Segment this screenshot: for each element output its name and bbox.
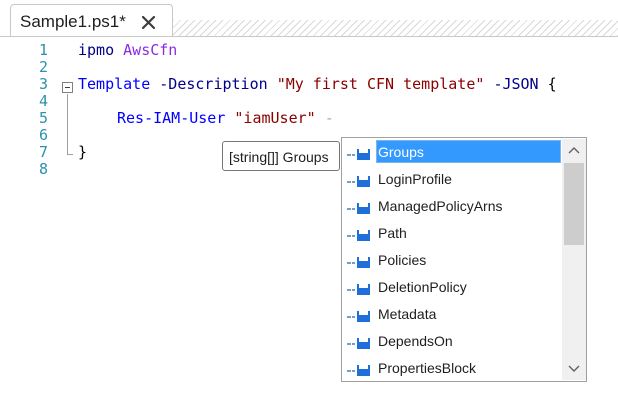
chevron-down-icon	[568, 365, 580, 372]
property-icon	[347, 309, 373, 323]
completion-item[interactable]: DependsOn	[344, 328, 562, 354]
completion-item-label: Policies	[378, 252, 427, 268]
parameter: -JSON	[493, 75, 539, 93]
tab-sample1[interactable]: Sample1.ps1*	[10, 4, 173, 37]
tab-title: Sample1.ps1*	[20, 12, 126, 31]
command: Res-IAM-User	[117, 109, 226, 127]
property-icon	[347, 201, 373, 215]
property-icon	[347, 147, 373, 161]
property-icon	[347, 336, 373, 350]
chevron-up-icon	[568, 147, 580, 154]
scroll-down-button[interactable]	[562, 358, 586, 380]
completion-item-label: Metadata	[378, 306, 437, 322]
completion-item-label: Path	[378, 225, 407, 241]
completion-item[interactable]: DeletionPolicy	[344, 274, 562, 300]
vertical-scrollbar[interactable]	[562, 139, 586, 380]
fold-guide-end	[67, 154, 73, 155]
completion-item[interactable]: Groups	[344, 139, 562, 165]
fold-guide	[67, 94, 68, 154]
tab-strip-background	[173, 20, 618, 36]
completion-item-label: PropertiesBlock	[378, 360, 477, 376]
scroll-up-button[interactable]	[562, 139, 586, 161]
property-icon	[347, 282, 373, 296]
close-icon[interactable]	[137, 12, 161, 34]
parameter: -Description	[159, 75, 268, 93]
completion-list[interactable]: Groups LoginProfile ManagedPolicyArns Path P…	[341, 137, 587, 382]
completion-item[interactable]: Metadata	[344, 301, 562, 327]
completion-item[interactable]: PropertiesBlock	[344, 355, 562, 381]
completion-item-label: DependsOn	[378, 333, 453, 349]
line-number: 8	[38, 160, 48, 178]
parameter-tooltip: [string[]] Groups	[222, 141, 340, 171]
completion-item[interactable]: LoginProfile	[344, 166, 562, 192]
string-literal: "My first CFN template"	[276, 75, 485, 93]
property-icon	[347, 228, 373, 242]
completion-item-label: DeletionPolicy	[378, 279, 467, 295]
completion-item[interactable]: Policies	[344, 247, 562, 273]
string-literal: "iamUser"	[234, 109, 316, 127]
property-icon	[347, 363, 373, 377]
completion-item-label: Groups	[378, 144, 424, 160]
brace: }	[78, 143, 88, 161]
scroll-thumb[interactable]	[564, 163, 584, 245]
property-icon	[347, 174, 373, 188]
property-icon	[347, 255, 373, 269]
keyword: ipmo	[78, 41, 115, 59]
completion-item-label: LoginProfile	[378, 171, 452, 187]
tab-strip: Sample1.ps1*	[0, 0, 618, 37]
argument: AwsCfn	[123, 41, 178, 59]
completion-item[interactable]: Path	[344, 220, 562, 246]
completion-item-label: ManagedPolicyArns	[378, 198, 503, 214]
command: Template	[78, 75, 151, 93]
completion-item[interactable]: ManagedPolicyArns	[344, 193, 562, 219]
collapse-icon[interactable]	[62, 82, 73, 93]
brace: {	[547, 75, 557, 93]
operator: -	[324, 109, 334, 127]
